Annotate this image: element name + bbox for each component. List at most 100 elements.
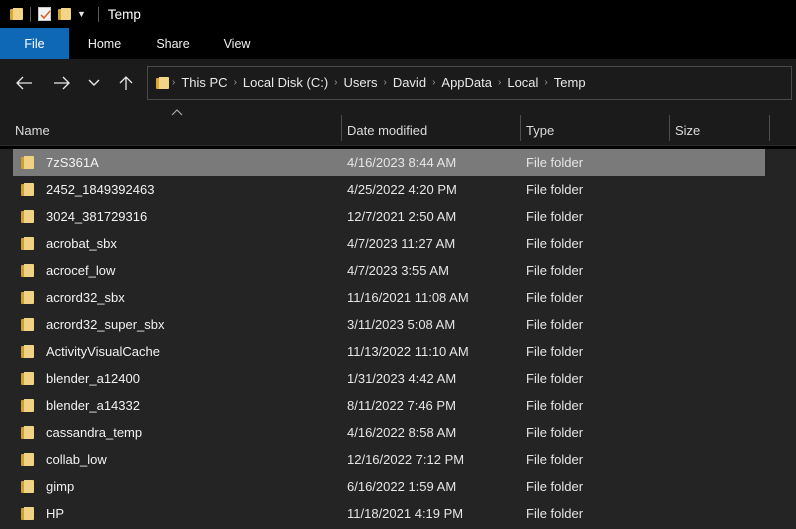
- file-list[interactable]: 7zS361A 4/16/2023 8:44 AM File folder 2452_…: [0, 149, 796, 529]
- folder-icon: [21, 372, 34, 385]
- column-divider[interactable]: [769, 115, 770, 141]
- file-name-cell: acrobat_sbx: [46, 236, 117, 251]
- file-type-cell: File folder: [526, 506, 584, 521]
- recent-locations-button[interactable]: [83, 68, 105, 98]
- toolbar-divider-2: [97, 6, 99, 22]
- file-name-cell: acrord32_sbx: [46, 290, 125, 305]
- table-row[interactable]: acrord32_super_sbx 3/11/2023 5:08 AM File …: [0, 311, 796, 338]
- tab-home[interactable]: Home: [69, 28, 140, 59]
- column-divider[interactable]: [341, 115, 342, 141]
- table-row[interactable]: ActivityVisualCache 11/13/2022 11:10 AM Fi…: [0, 338, 796, 365]
- new-folder-icon[interactable]: [58, 8, 71, 20]
- file-type-cell: File folder: [526, 398, 584, 413]
- tab-file[interactable]: File: [0, 28, 69, 59]
- breadcrumb-this-pc[interactable]: This PC: [176, 75, 232, 90]
- sort-ascending-icon: [171, 109, 183, 120]
- folder-icon: [21, 453, 34, 466]
- column-divider[interactable]: [669, 115, 670, 141]
- ribbon-tab-bar: File Home Share View: [0, 28, 796, 59]
- file-type-cell: File folder: [526, 182, 584, 197]
- breadcrumb-local[interactable]: Local: [502, 75, 543, 90]
- date-modified-cell: 6/16/2022 1:59 AM: [347, 479, 457, 494]
- properties-icon[interactable]: [38, 7, 51, 21]
- file-name-cell: collab_low: [46, 452, 107, 467]
- folder-icon: [21, 156, 34, 169]
- window-title: Temp: [107, 6, 141, 22]
- date-modified-cell: 4/16/2023 8:44 AM: [347, 155, 457, 170]
- table-row[interactable]: HP 11/18/2021 4:19 PM File folder: [0, 500, 796, 527]
- breadcrumb-temp[interactable]: Temp: [549, 75, 591, 90]
- folder-icon: [156, 76, 169, 89]
- column-header-bar: Name Date modified Type Size: [0, 106, 796, 146]
- table-row[interactable]: gimp 6/16/2022 1:59 AM File folder: [0, 473, 796, 500]
- file-name-cell: blender_a12400: [46, 371, 140, 386]
- breadcrumb-appdata[interactable]: AppData: [436, 75, 497, 90]
- tab-share[interactable]: Share: [140, 28, 206, 59]
- date-modified-cell: 4/7/2023 11:27 AM: [347, 236, 456, 251]
- table-row[interactable]: acrocef_low 4/7/2023 3:55 AM File folder: [0, 257, 796, 284]
- chevron-down-icon: [88, 79, 100, 86]
- date-modified-cell: 12/7/2021 2:50 AM: [347, 209, 457, 224]
- checkmark-glyph: [40, 10, 51, 20]
- caret-up-glyph: [171, 109, 183, 116]
- file-name-cell: gimp: [46, 479, 75, 494]
- file-type-cell: File folder: [526, 425, 584, 440]
- table-row[interactable]: cassandra_temp 4/16/2022 8:58 AM File fold…: [0, 419, 796, 446]
- table-row[interactable]: acrord32_sbx 11/16/2021 11:08 AM File fold…: [0, 284, 796, 311]
- table-row[interactable]: blender_a14332 8/11/2022 7:46 PM File fold…: [0, 392, 796, 419]
- file-type-cell: File folder: [526, 371, 584, 386]
- file-name-cell: cassandra_temp: [46, 425, 143, 440]
- file-type-cell: File folder: [526, 263, 584, 278]
- arrow-left-icon: [16, 76, 32, 89]
- table-row[interactable]: blender_a12400 1/31/2023 4:42 AM File fold…: [0, 365, 796, 392]
- folder-icon: [21, 237, 34, 250]
- folder-icon: [21, 183, 34, 196]
- folder-icon: [21, 318, 34, 331]
- folder-icon: [21, 291, 34, 304]
- address-bar[interactable]: › This PC › Local Disk (C:) › Users › Da…: [147, 65, 792, 100]
- back-button[interactable]: [9, 68, 39, 98]
- folder-icon: [21, 507, 34, 520]
- arrow-up-icon: [119, 75, 133, 90]
- breadcrumb-david[interactable]: David: [388, 75, 431, 90]
- tab-view[interactable]: View: [206, 28, 268, 59]
- up-button[interactable]: [111, 68, 141, 98]
- date-modified-cell: 3/11/2023 5:08 AM: [347, 317, 456, 332]
- table-row[interactable]: acrobat_sbx 4/7/2023 11:27 AM File folder: [0, 230, 796, 257]
- date-modified-cell: 8/11/2022 7:46 PM: [347, 398, 456, 413]
- date-modified-cell: 4/7/2023 3:55 AM: [347, 263, 449, 278]
- navigation-bar: › This PC › Local Disk (C:) › Users › Da…: [0, 59, 796, 106]
- forward-button[interactable]: [47, 68, 77, 98]
- date-modified-cell: 1/31/2023 4:42 AM: [347, 371, 457, 386]
- breadcrumb-users[interactable]: Users: [339, 75, 383, 90]
- folder-icon: [21, 480, 34, 493]
- date-modified-cell: 11/13/2022 11:10 AM: [347, 344, 469, 359]
- table-row[interactable]: 3024_381729316 12/7/2021 2:50 AM File fold…: [0, 203, 796, 230]
- column-header-date[interactable]: Date modified: [347, 123, 427, 138]
- folder-icon: [21, 399, 34, 412]
- file-type-cell: File folder: [526, 290, 584, 305]
- file-type-cell: File folder: [526, 479, 584, 494]
- column-header-type[interactable]: Type: [526, 123, 554, 138]
- file-type-cell: File folder: [526, 317, 584, 332]
- date-modified-cell: 4/16/2022 8:58 AM: [347, 425, 457, 440]
- file-name-cell: acrord32_super_sbx: [46, 317, 165, 332]
- folder-icon: [21, 345, 34, 358]
- column-divider[interactable]: [520, 115, 521, 141]
- chevron-down-icon[interactable]: ▼: [77, 9, 86, 19]
- header-underline: [0, 145, 796, 146]
- file-type-cell: File folder: [526, 155, 584, 170]
- file-type-cell: File folder: [526, 236, 584, 251]
- breadcrumb-local-disk[interactable]: Local Disk (C:): [238, 75, 333, 90]
- column-header-size[interactable]: Size: [675, 123, 700, 138]
- table-row[interactable]: 7zS361A 4/16/2023 8:44 AM File folder: [0, 149, 796, 176]
- column-header-name[interactable]: Name: [15, 123, 50, 138]
- folder-icon: [21, 210, 34, 223]
- quick-access-toolbar: ▼ Temp: [0, 6, 141, 22]
- folder-icon: [21, 264, 34, 277]
- file-name-cell: 3024_381729316: [46, 209, 148, 224]
- date-modified-cell: 11/18/2021 4:19 PM: [347, 506, 464, 521]
- title-bar: ▼ Temp: [0, 0, 796, 28]
- table-row[interactable]: 2452_1849392463 4/25/2022 4:20 PM File fol…: [0, 176, 796, 203]
- table-row[interactable]: collab_low 12/16/2022 7:12 PM File folder: [0, 446, 796, 473]
